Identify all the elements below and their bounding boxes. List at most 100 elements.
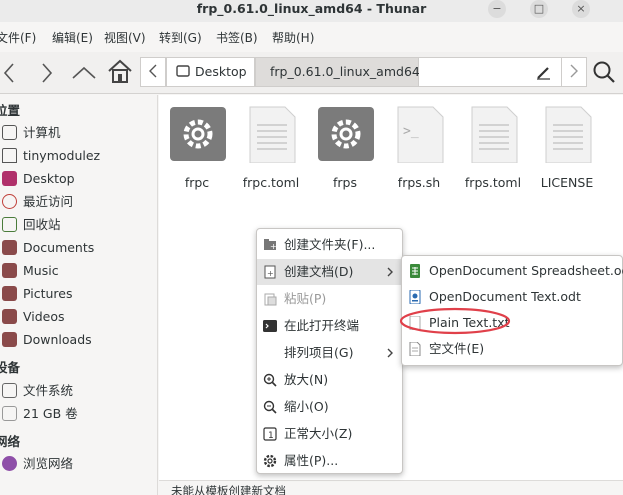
new-folder-icon: + [264,239,277,251]
menu-zoom-out[interactable]: 缩小(O) [257,394,402,420]
menu-file[interactable]: 文件(F) [0,29,36,46]
menu-item-label: 排列项目(G) [284,345,354,360]
music-icon [2,263,17,278]
sidebar-item-documents[interactable]: Documents [2,238,94,258]
sidebar-item-network[interactable]: 浏览网络 [2,454,73,474]
sidebar-item-label: Documents [23,240,95,255]
menu-item-label: 属性(P)... [284,453,339,468]
crumb-left-button[interactable] [140,57,166,87]
recent-icon [2,194,17,209]
menu-arrange-items[interactable]: 排列项目(G) [257,340,402,366]
forward-icon[interactable] [40,62,54,84]
sidebar-item-downloads[interactable]: Downloads [2,330,92,350]
sidebar-item-videos[interactable]: Videos [2,307,65,327]
svg-text:1: 1 [268,431,274,441]
text-file-icon [471,106,518,164]
home-folder-icon [2,148,17,163]
menu-create-document[interactable]: + 创建文档(D) [257,259,402,285]
svg-text:+: + [267,269,274,278]
zoom-out-icon [263,400,277,414]
crumb-desktop[interactable]: Desktop [166,57,255,87]
drive-icon [2,406,17,421]
up-icon[interactable] [72,66,96,80]
text-file-icon [545,106,592,164]
sidebar-item-recent[interactable]: 最近访问 [2,192,73,212]
sidebar-item-label: 浏览网络 [23,456,74,471]
submenu-empty-file[interactable]: 空文件(E) [402,336,622,362]
sidebar-item-music[interactable]: Music [2,261,59,281]
search-icon[interactable] [592,60,616,84]
submenu-item-label: OpenDocument Spreadsheet.ods [429,263,623,278]
sidebar-item-label: tinymodulez [23,148,101,163]
status-bar: 未能从模板创建新文档 [159,480,623,495]
sidebar-item-label: 最近访问 [23,194,74,209]
menu-view[interactable]: 视图(V) [104,29,146,46]
menu-bookmarks[interactable]: 书签(B) [216,29,258,46]
empty-file-icon [409,342,421,356]
menu-zoom-in[interactable]: 放大(N) [257,367,402,393]
file-item[interactable]: frps [309,105,381,190]
sidebar-item-label: 计算机 [23,125,61,140]
sidebar-item-home[interactable]: tinymodulez [2,146,100,166]
chevron-right-icon [570,64,578,78]
sidebar-item-volume[interactable]: 21 GB 卷 [2,404,78,424]
edit-location-icon[interactable] [536,66,552,80]
filesystem-icon [2,383,17,398]
sidebar-item-label: 文件系统 [23,383,74,398]
sidebar-item-pictures[interactable]: Pictures [2,284,73,304]
sidebar-item-label: Downloads [23,332,92,347]
back-icon[interactable] [2,62,16,84]
submenu-spreadsheet[interactable]: OpenDocument Spreadsheet.ods [402,258,623,284]
documents-icon [2,240,17,255]
menu-go[interactable]: 转到(G) [159,29,202,46]
sidebar-item-filesystem[interactable]: 文件系统 [2,381,73,401]
close-button[interactable]: × [572,0,590,18]
title-bar: frp_0.61.0_linux_amd64 - Thunar − □ × [0,0,623,22]
pictures-icon [2,286,17,301]
context-menu: + 创建文件夹(F)... + 创建文档(D) 粘贴(P) 在此打开终端 排列项… [256,228,403,474]
zoom-normal-icon: 1 [263,427,277,441]
file-item[interactable]: >_ frps.sh [383,105,455,190]
minimize-button[interactable]: − [488,0,506,18]
file-item[interactable]: frps.toml [457,105,529,190]
sidebar-item-label: 回收站 [23,217,61,232]
file-name: LICENSE [540,175,594,190]
computer-icon [2,125,17,140]
sidebar-item-label: Desktop [23,171,75,186]
crumb-current[interactable]: frp_0.61.0_linux_amd64 [255,57,420,87]
zoom-in-icon [263,373,277,387]
file-item[interactable]: LICENSE [531,105,603,190]
file-item[interactable]: frpc.toml [235,105,307,190]
svg-text:>_: >_ [403,124,419,139]
sidebar-item-computer[interactable]: 计算机 [2,123,61,143]
text-doc-icon [409,290,421,304]
menu-normal-size[interactable]: 1 正常大小(Z) [257,421,402,447]
trash-icon [2,217,17,232]
menu-item-label: 在此打开终端 [284,318,360,333]
svg-text:+: + [270,242,277,251]
menu-item-label: 创建文件夹(F)... [284,237,376,252]
chevron-right-icon [387,267,393,277]
menu-help[interactable]: 帮助(H) [272,29,314,46]
menu-paste[interactable]: 粘贴(P) [257,286,402,312]
maximize-button[interactable]: □ [530,0,548,18]
menu-bar: 文件(F) 编辑(E) 视图(V) 转到(G) 书签(B) 帮助(H) [0,25,623,49]
terminal-icon [263,320,277,332]
sidebar-item-desktop[interactable]: Desktop [2,169,75,189]
home-icon[interactable] [107,58,133,84]
sidebar-header-devices: 设备 [0,360,21,375]
network-icon [2,456,17,471]
script-icon: >_ [397,106,444,164]
menu-edit[interactable]: 编辑(E) [52,29,93,46]
sidebar-item-trash[interactable]: 回收站 [2,215,61,235]
text-file-icon [249,106,296,164]
sidebar-item-label: 21 GB 卷 [23,406,78,421]
annotation-ellipse [399,307,511,335]
desktop-folder-icon [176,65,190,77]
file-item[interactable]: frpc [161,105,233,190]
menu-create-folder[interactable]: + 创建文件夹(F)... [257,232,402,258]
crumb-right-button[interactable] [561,57,587,87]
paste-icon [264,293,277,306]
menu-open-terminal[interactable]: 在此打开终端 [257,313,402,339]
menu-properties[interactable]: 属性(P)... [257,448,402,474]
